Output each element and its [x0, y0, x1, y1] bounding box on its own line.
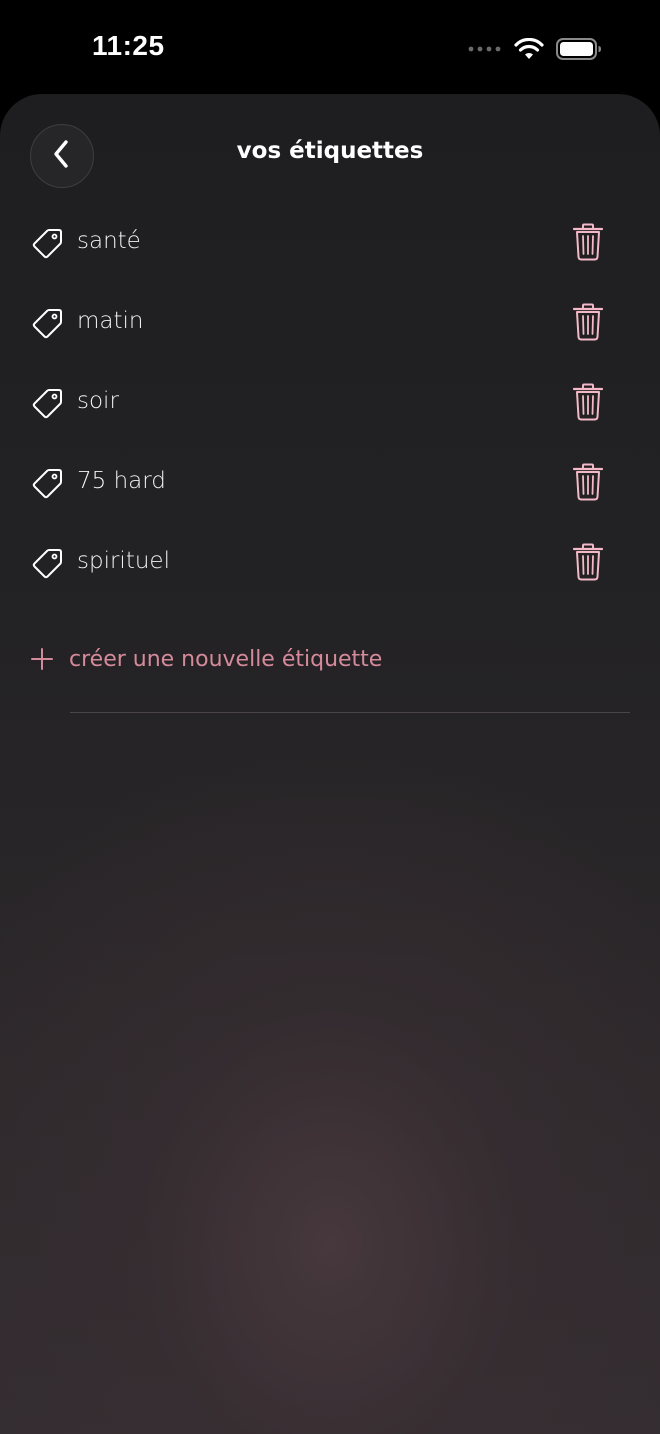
create-tag-button[interactable]: créer une nouvelle étiquette	[30, 639, 382, 679]
battery-icon	[556, 38, 602, 60]
tag-icon	[30, 386, 64, 420]
tag-label: matin	[77, 308, 144, 334]
delete-tag-button[interactable]	[568, 303, 608, 345]
tag-icon	[30, 306, 64, 340]
tag-label: soir	[77, 388, 119, 414]
divider	[70, 712, 630, 713]
trash-icon	[572, 543, 604, 585]
delete-tag-button[interactable]	[568, 543, 608, 585]
tag-icon	[30, 226, 64, 260]
tag-icon	[30, 466, 64, 500]
delete-tag-button[interactable]	[568, 223, 608, 265]
create-tag-label: créer une nouvelle étiquette	[69, 646, 383, 672]
tag-label: 75 hard	[77, 468, 166, 494]
delete-tag-button[interactable]	[568, 383, 608, 425]
tag-label: spirituel	[77, 548, 170, 574]
tag-row-matin[interactable]: matin	[0, 284, 660, 364]
tags-sheet: vos étiquettes santé matin soir 75 hard …	[0, 94, 660, 1434]
status-time: 11:25	[92, 30, 165, 61]
wifi-icon	[514, 38, 544, 60]
tag-row-spirituel[interactable]: spirituel	[0, 524, 660, 604]
trash-icon	[572, 463, 604, 505]
signal-icon	[468, 45, 502, 53]
delete-tag-button[interactable]	[568, 463, 608, 505]
trash-icon	[572, 223, 604, 265]
status-indicators	[468, 34, 602, 64]
trash-icon	[572, 303, 604, 345]
status-bar: 11:25	[0, 0, 660, 94]
trash-icon	[572, 383, 604, 425]
tag-row-sante[interactable]: santé	[0, 204, 660, 284]
page-title: vos étiquettes	[236, 138, 424, 164]
plus-icon	[30, 647, 54, 671]
tag-row-75-hard[interactable]: 75 hard	[0, 444, 660, 524]
tag-row-soir[interactable]: soir	[0, 364, 660, 444]
tag-label: santé	[77, 228, 141, 254]
tag-list: santé matin soir 75 hard spirituel	[0, 204, 660, 604]
tag-icon	[30, 546, 64, 580]
